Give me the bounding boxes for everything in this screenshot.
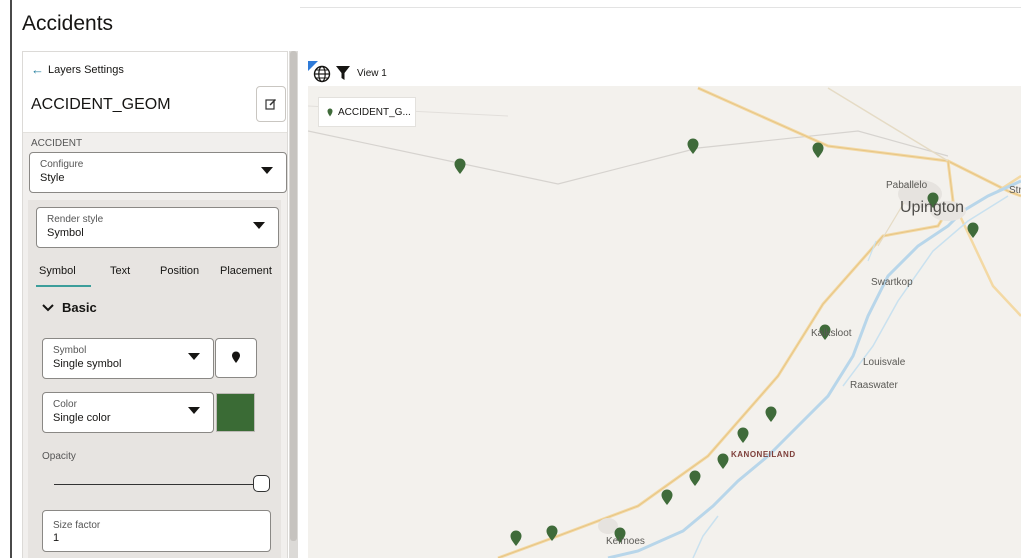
place-label: Kalksloot bbox=[811, 328, 852, 339]
chevron-down-icon bbox=[188, 407, 200, 414]
symbol-picker-button[interactable] bbox=[215, 338, 257, 378]
configure-value: Style bbox=[40, 172, 65, 184]
edit-icon bbox=[265, 98, 277, 110]
place-label: Paballelo bbox=[886, 180, 928, 191]
left-edge-rule bbox=[10, 0, 12, 558]
map-view[interactable]: View 1 ACCIDENT_G... Paballelo Upington bbox=[308, 61, 1021, 558]
place-label: Keimoes bbox=[606, 536, 645, 547]
color-select[interactable]: Color Single color bbox=[42, 392, 214, 433]
map-legend[interactable]: ACCIDENT_G... bbox=[318, 97, 416, 127]
active-tab-indicator bbox=[36, 285, 91, 287]
render-style-value: Symbol bbox=[47, 227, 84, 239]
color-value: Single color bbox=[53, 412, 111, 424]
basic-section-toggle[interactable]: Basic bbox=[42, 300, 97, 315]
arrow-left-icon: ← bbox=[31, 62, 44, 77]
place-label: Str bbox=[1009, 185, 1021, 196]
chevron-down-icon bbox=[253, 222, 265, 229]
place-label: Louisvale bbox=[863, 357, 906, 368]
chevron-down-icon bbox=[42, 303, 54, 311]
render-style-select[interactable]: Render style Symbol bbox=[36, 207, 279, 248]
style-settings-area: Render style Symbol Symbol Text Position… bbox=[28, 200, 281, 558]
panel-scrollbar[interactable] bbox=[289, 51, 298, 558]
edit-layer-button[interactable] bbox=[256, 86, 286, 122]
opacity-slider-track[interactable] bbox=[54, 484, 254, 485]
legend-layer-label: ACCIDENT_G... bbox=[338, 106, 411, 118]
place-label: Swartkop bbox=[871, 277, 913, 288]
size-factor-field[interactable]: Size factor 1 bbox=[42, 510, 271, 552]
configure-label: Configure bbox=[40, 159, 84, 170]
color-label: Color bbox=[53, 399, 77, 410]
section-label: ACCIDENT bbox=[31, 138, 83, 149]
filter-icon[interactable] bbox=[336, 66, 350, 81]
color-swatch-button[interactable] bbox=[216, 393, 255, 432]
place-label: Upington bbox=[900, 199, 965, 216]
page-title: Accidents bbox=[22, 12, 114, 35]
tab-text[interactable]: Text bbox=[110, 265, 130, 277]
globe-icon[interactable] bbox=[313, 65, 331, 83]
map-toolbar: View 1 bbox=[308, 61, 1021, 87]
basic-section-title: Basic bbox=[62, 300, 97, 315]
size-factor-label: Size factor bbox=[53, 520, 101, 531]
configure-select[interactable]: Configure Style bbox=[29, 152, 287, 193]
tab-symbol[interactable]: Symbol bbox=[39, 265, 76, 277]
symbol-label: Symbol bbox=[53, 345, 87, 356]
tab-placement[interactable]: Placement bbox=[220, 265, 272, 277]
opacity-label: Opacity bbox=[42, 451, 76, 462]
layers-settings-panel: ← Layers Settings ACCIDENT_GEOM ACCIDENT… bbox=[22, 51, 288, 558]
size-factor-value: 1 bbox=[53, 532, 60, 544]
opacity-slider-thumb[interactable] bbox=[253, 475, 270, 492]
panel-header: ← Layers Settings ACCIDENT_GEOM bbox=[23, 52, 287, 133]
place-label: Raaswater bbox=[850, 380, 898, 391]
back-to-layers-settings-link[interactable]: ← Layers Settings bbox=[31, 62, 124, 77]
chevron-down-icon bbox=[188, 353, 200, 360]
view-label: View 1 bbox=[357, 68, 387, 79]
scrollbar-thumb[interactable] bbox=[290, 51, 297, 541]
chevron-down-icon bbox=[261, 167, 273, 174]
place-label: KANONEILAND bbox=[731, 450, 796, 459]
map-canvas[interactable] bbox=[308, 86, 1021, 558]
symbol-value: Single symbol bbox=[53, 358, 122, 370]
layer-name: ACCIDENT_GEOM bbox=[31, 96, 171, 113]
tab-position[interactable]: Position bbox=[160, 265, 199, 277]
render-style-label: Render style bbox=[47, 214, 104, 225]
back-link-label: Layers Settings bbox=[48, 63, 124, 76]
map-pin-icon bbox=[232, 351, 240, 363]
symbol-select[interactable]: Symbol Single symbol bbox=[42, 338, 214, 379]
header-divider bbox=[300, 7, 1021, 8]
map-pin-icon bbox=[327, 108, 333, 116]
